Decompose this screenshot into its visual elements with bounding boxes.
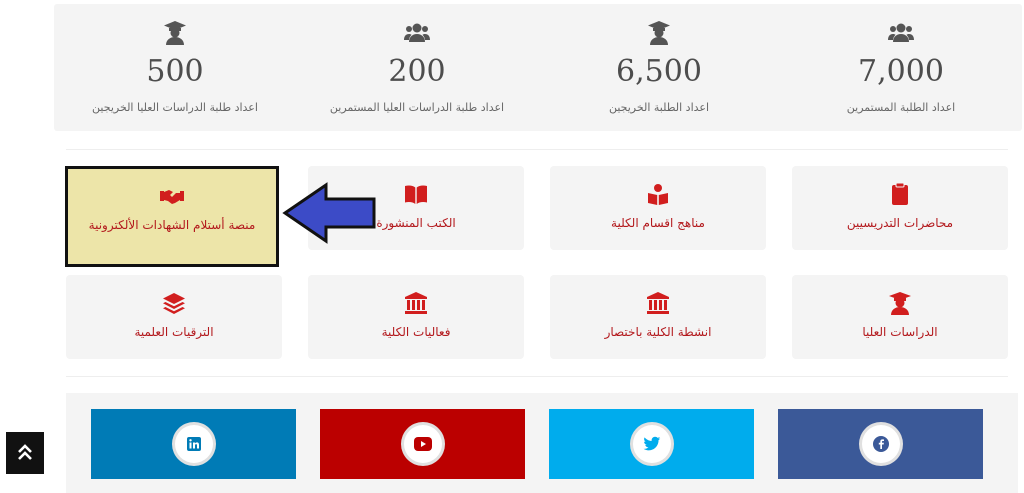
tile-label: مناهج اقسام الكلية bbox=[611, 216, 705, 230]
tile-label: محاضرات التدريسيين bbox=[846, 216, 954, 230]
tile-label: منصة أستلام الشهادات الألكترونية bbox=[88, 218, 256, 232]
tile-events[interactable]: فعاليات الكلية bbox=[308, 275, 524, 359]
clipboard-icon bbox=[892, 182, 908, 205]
tile-lectures[interactable]: محاضرات التدريسيين bbox=[792, 166, 1008, 250]
tile-label: انشطة الكلية باختصار bbox=[604, 325, 712, 339]
tile-curricula[interactable]: مناهج اقسام الكلية bbox=[550, 166, 766, 250]
twitter-link[interactable] bbox=[549, 409, 754, 479]
stat-value: 7,000 bbox=[858, 54, 944, 89]
divider bbox=[66, 376, 1008, 377]
tile-label: الترقيات العلمية bbox=[134, 325, 214, 339]
tile-promotions[interactable]: الترقيات العلمية bbox=[66, 275, 282, 359]
arrow-left-icon bbox=[282, 182, 376, 244]
twitter-icon bbox=[629, 422, 674, 466]
stat-value: 6,500 bbox=[616, 54, 702, 89]
stat-value: 500 bbox=[146, 54, 204, 89]
back-to-top-button[interactable] bbox=[6, 432, 44, 474]
stat-label: اعداد طلبة الدراسات العليا المستمرين bbox=[329, 101, 505, 114]
tile-postgrad[interactable]: الدراسات العليا bbox=[792, 275, 1008, 359]
graduate-icon bbox=[164, 21, 186, 45]
stat-value: 200 bbox=[388, 54, 446, 89]
youtube-icon bbox=[400, 422, 445, 466]
handshake-icon bbox=[160, 190, 184, 204]
tile-activities[interactable]: انشطة الكلية باختصار bbox=[550, 275, 766, 359]
linkedin-icon bbox=[171, 422, 216, 466]
stat-label: اعداد الطلبة الخريجين bbox=[608, 101, 710, 114]
stat-postgrad-graduates: 500 اعداد طلبة الدراسات العليا الخريجين bbox=[54, 4, 296, 131]
users-icon bbox=[888, 23, 914, 42]
institution-icon bbox=[405, 292, 427, 314]
tile-certificates[interactable]: منصة أستلام الشهادات الألكترونية bbox=[65, 166, 279, 267]
layers-icon bbox=[163, 293, 185, 314]
stat-label: اعداد طلبة الدراسات العليا الخريجين bbox=[92, 101, 258, 114]
divider bbox=[66, 149, 1008, 150]
stat-postgrad-current: 200 اعداد طلبة الدراسات العليا المستمرين bbox=[296, 4, 538, 131]
double-chevron-up-icon bbox=[18, 444, 32, 460]
linkedin-link[interactable] bbox=[91, 409, 296, 479]
graduate-icon bbox=[889, 292, 911, 315]
facebook-link[interactable] bbox=[778, 409, 983, 479]
reader-icon bbox=[648, 184, 668, 205]
users-icon bbox=[404, 23, 430, 42]
stats-panel: 7,000 اعداد الطلبة المستمرين 6,500 اعداد… bbox=[54, 4, 1022, 131]
stat-students-graduates: 6,500 اعداد الطلبة الخريجين bbox=[538, 4, 780, 131]
book-icon bbox=[405, 185, 427, 204]
stat-label: اعداد الطلبة المستمرين bbox=[846, 101, 956, 114]
institution-icon bbox=[647, 292, 669, 314]
graduate-icon bbox=[648, 21, 670, 45]
facebook-icon bbox=[858, 422, 903, 466]
tile-label: الدراسات العليا bbox=[862, 325, 938, 339]
youtube-link[interactable] bbox=[320, 409, 525, 479]
tile-label: فعاليات الكلية bbox=[381, 325, 451, 339]
stat-students-current: 7,000 اعداد الطلبة المستمرين bbox=[780, 4, 1022, 131]
